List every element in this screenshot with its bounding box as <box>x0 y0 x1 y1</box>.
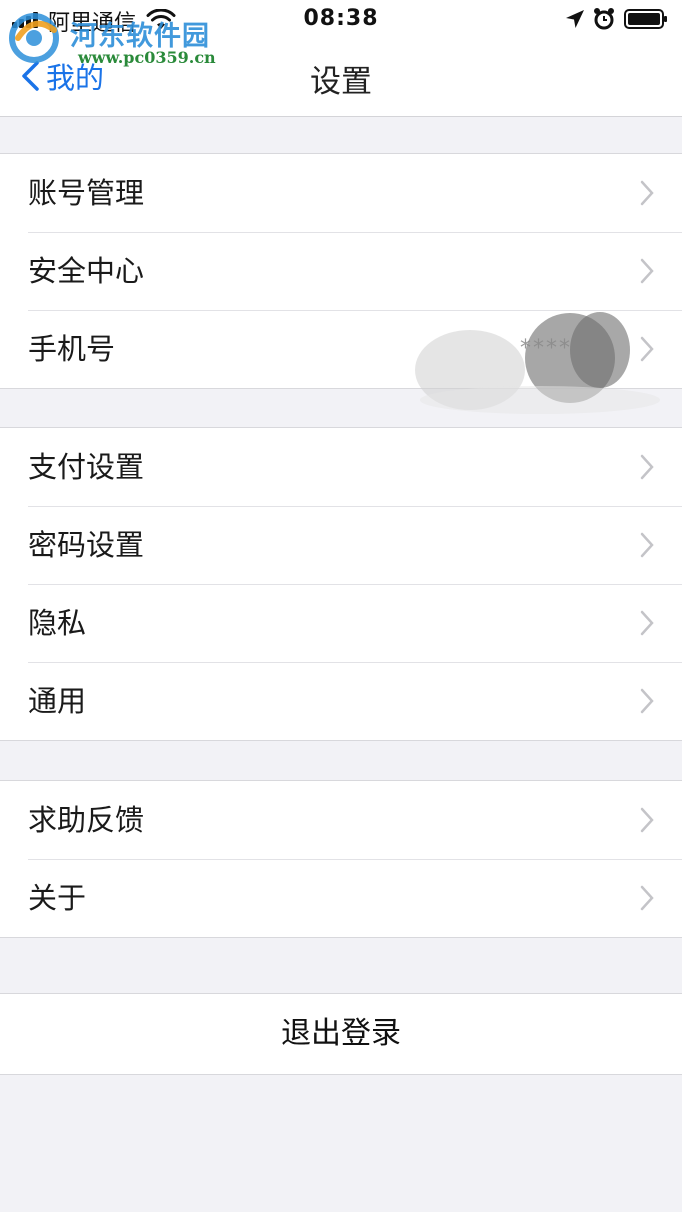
page-title: 设置 <box>310 64 372 100</box>
alarm-icon <box>594 8 614 30</box>
chevron-right-icon <box>640 454 654 480</box>
chevron-right-icon <box>640 885 654 911</box>
settings-item-label: 安全中心 <box>28 254 145 288</box>
settings-item-label: 密码设置 <box>28 528 145 562</box>
settings-group-support: 求助反馈 关于 <box>0 780 682 938</box>
chevron-right-icon <box>640 532 654 558</box>
phone-number-value: **** <box>520 336 572 361</box>
location-icon <box>566 10 584 28</box>
settings-item-phone-number[interactable]: 手机号 **** <box>0 310 682 414</box>
settings-item-security-center[interactable]: 安全中心 <box>0 232 682 310</box>
battery-icon <box>624 9 667 29</box>
chevron-right-icon <box>640 180 654 206</box>
logout-label: 退出登录 <box>281 1016 401 1051</box>
settings-item-help-feedback[interactable]: 求助反馈 <box>0 781 682 859</box>
settings-item-label: 手机号 <box>28 332 116 366</box>
settings-item-general[interactable]: 通用 <box>0 662 682 740</box>
settings-item-about[interactable]: 关于 <box>0 859 682 937</box>
settings-item-label: 支付设置 <box>28 450 145 484</box>
settings-item-privacy[interactable]: 隐私 <box>0 584 682 662</box>
settings-item-payment[interactable]: 支付设置 <box>0 428 682 506</box>
settings-item-label: 通用 <box>28 684 87 718</box>
navigation-bar: 我的 设置 <box>0 40 682 117</box>
settings-item-label: 隐私 <box>28 606 87 640</box>
settings-item-password[interactable]: 密码设置 <box>0 506 682 584</box>
settings-item-account-management[interactable]: 账号管理 <box>0 154 682 232</box>
chevron-right-icon <box>640 610 654 636</box>
settings-item-label: 账号管理 <box>28 176 145 210</box>
chevron-right-icon <box>640 807 654 833</box>
logout-button[interactable]: 退出登录 <box>0 993 682 1075</box>
chevron-right-icon <box>640 258 654 284</box>
status-bar: 阿里通信 08:38 <box>0 0 682 40</box>
chevron-right-icon <box>640 688 654 714</box>
settings-group-account: 账号管理 安全中心 手机号 **** <box>0 153 682 414</box>
settings-item-label: 关于 <box>28 881 87 915</box>
settings-group-general: 支付设置 密码设置 隐私 通用 <box>0 427 682 741</box>
chevron-right-icon <box>640 336 654 362</box>
settings-item-label: 求助反馈 <box>28 803 145 837</box>
